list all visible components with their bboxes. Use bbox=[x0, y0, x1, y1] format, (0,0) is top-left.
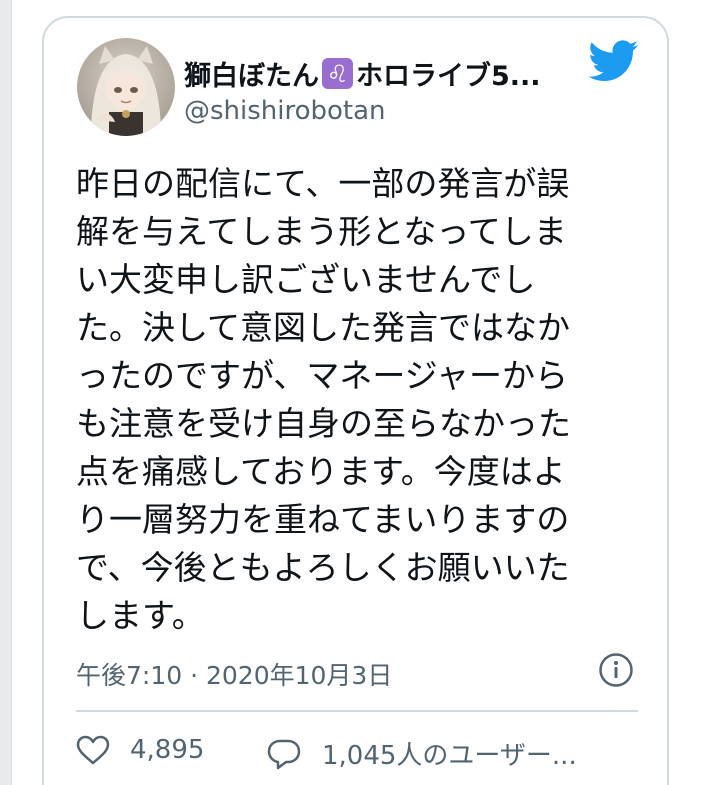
leo-zodiac-icon: ♌ bbox=[322, 58, 353, 89]
tweet-text-line: た。決して意図した発言ではなか bbox=[76, 308, 571, 347]
tweet-text-line: も注意を受け自身の至らなかった bbox=[76, 404, 571, 443]
tweet-text-line: 点を痛感しております。今度はよ bbox=[76, 452, 566, 491]
tweet-timestamp[interactable]: 午後7:10 · 2020年10月3日 bbox=[76, 656, 392, 692]
tweet-text-line: ったのですが、マネージャーから bbox=[76, 356, 569, 395]
avatar[interactable] bbox=[77, 38, 175, 136]
like-count: 4,895 bbox=[130, 735, 205, 765]
reply-bubble-icon bbox=[267, 739, 301, 769]
info-icon[interactable] bbox=[598, 652, 634, 688]
like-button[interactable]: 4,895 bbox=[76, 735, 204, 765]
tweet-text-line: 昨日の配信にて、一部の発言が誤 bbox=[76, 164, 570, 203]
twitter-bird-icon[interactable] bbox=[589, 40, 639, 82]
author-display-name[interactable]: 獅白ぼたん ♌ ホロライブ5... bbox=[184, 54, 541, 93]
tweet-text-line: で、今後ともよろしくお願いいた bbox=[76, 548, 570, 587]
author-handle[interactable]: @shishirobotan bbox=[184, 96, 386, 126]
author-name-suffix: ホロライブ5... bbox=[356, 61, 541, 92]
tweet-text-line: します。 bbox=[76, 596, 205, 635]
tweet-text-line: 解を与えてしまう形となってしま bbox=[76, 212, 567, 251]
author-name-prefix: 獅白ぼたん bbox=[184, 61, 319, 92]
divider bbox=[76, 710, 638, 712]
tweet-card[interactable]: 獅白ぼたん ♌ ホロライブ5... @shishirobotan 昨日の配信にて… bbox=[42, 16, 669, 785]
tweet-text-line: い大変申し訳ございませんでし bbox=[76, 260, 536, 299]
heart-icon bbox=[76, 735, 110, 765]
reply-users-label: 1,045人のユーザー... bbox=[322, 741, 577, 771]
left-edge-divider bbox=[0, 0, 12, 785]
tweet-text-line: り一層努力を重ねてまいりますの bbox=[76, 500, 570, 539]
page: 獅白ぼたん ♌ ホロライブ5... @shishirobotan 昨日の配信にて… bbox=[0, 0, 716, 785]
tweet-text: 昨日の配信にて、一部の発言が誤 解を与えてしまう形となってしま い大変申し訳ござ… bbox=[76, 160, 636, 640]
reply-button[interactable]: 1,045人のユーザー... bbox=[266, 735, 577, 772]
